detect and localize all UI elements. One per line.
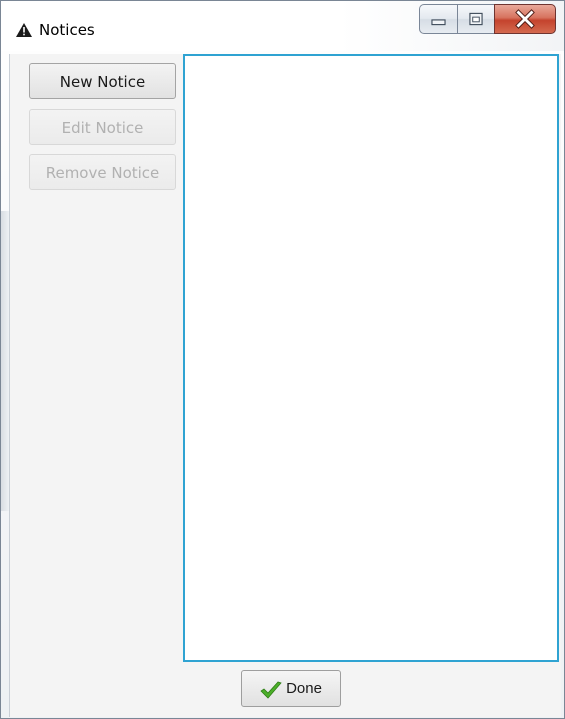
window-left-edge (1, 211, 9, 511)
content-area: New Notice Edit Notice Remove Notice Don… (9, 54, 561, 717)
checkmark-icon (260, 681, 282, 699)
title-bar[interactable]: Notices (1, 1, 564, 51)
done-button[interactable]: Done (241, 670, 341, 707)
minimize-button[interactable] (419, 4, 457, 34)
notices-list[interactable] (183, 54, 559, 662)
done-button-label: Done (286, 680, 322, 697)
new-notice-button[interactable]: New Notice (29, 63, 176, 99)
close-icon (515, 9, 535, 29)
minimize-icon (431, 19, 446, 26)
window-title: Notices (39, 21, 95, 39)
close-button[interactable] (494, 4, 556, 34)
maximize-icon (469, 12, 483, 26)
caption-buttons (419, 4, 556, 34)
notices-window: Notices New Notice Edit Notice Remove No… (0, 0, 565, 719)
remove-notice-button[interactable]: Remove Notice (29, 154, 176, 190)
warning-icon (16, 23, 32, 37)
maximize-button[interactable] (457, 4, 494, 34)
edit-notice-button[interactable]: Edit Notice (29, 109, 176, 145)
